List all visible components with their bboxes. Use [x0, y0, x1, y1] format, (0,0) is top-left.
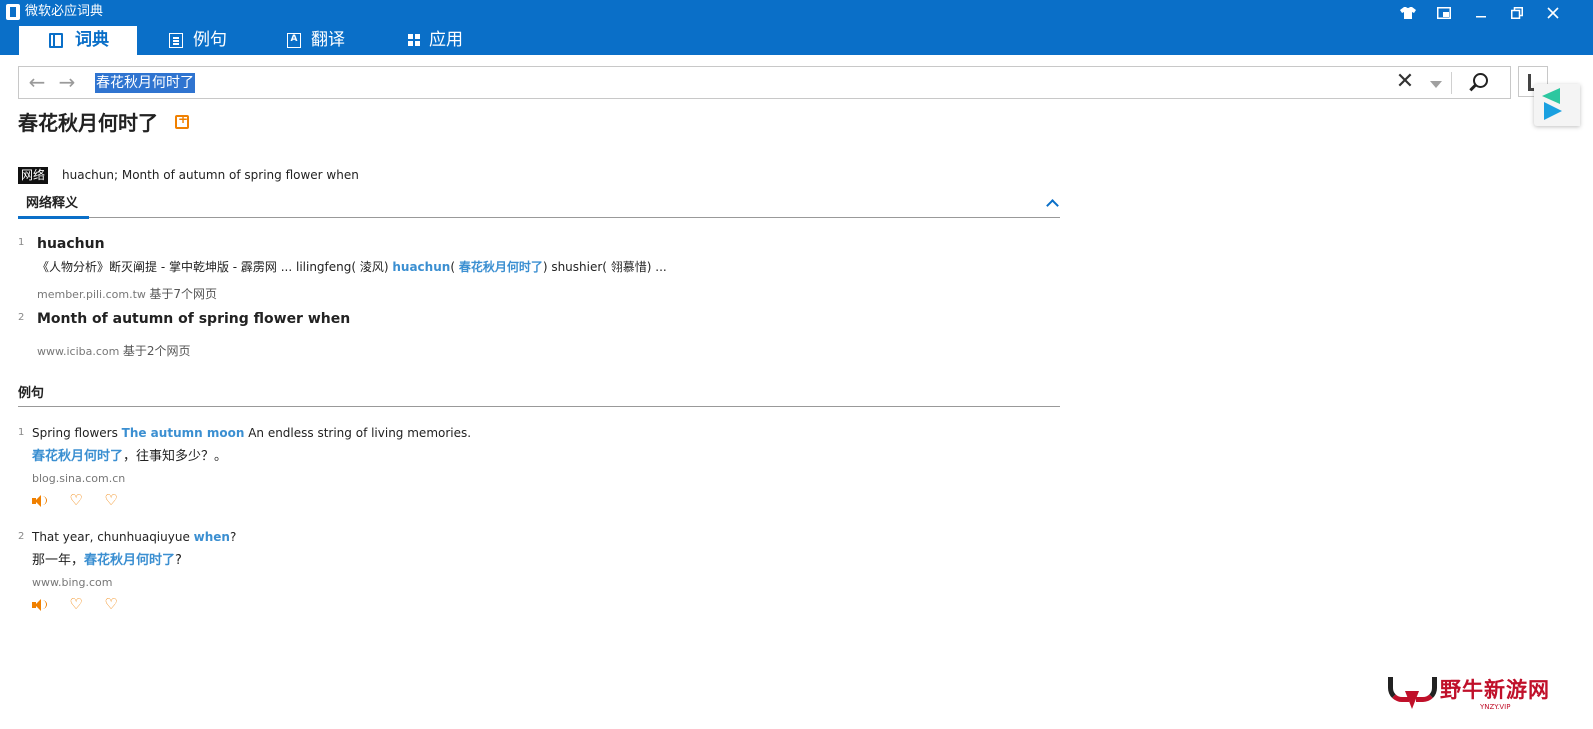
tab-label: 例句 [193, 30, 227, 50]
heart-icon[interactable]: ♡ [68, 596, 84, 612]
net-section-title[interactable]: 网络释义 [26, 195, 78, 213]
forward-arrow-icon[interactable]: → [55, 71, 79, 95]
tab-label: 翻译 [311, 30, 345, 50]
net-tag: 网络 [18, 167, 49, 184]
search-bar: ← → 春花秋月何时了 ✕ [18, 66, 1511, 99]
title-bar: 微软必应词典 词典 例句 A 翻译 应用 [0, 0, 1593, 55]
search-selected-text: 春花秋月何时了 [95, 73, 195, 93]
highlight-term: 春花秋月何时了 [32, 449, 124, 464]
tab-label: 词典 [75, 30, 109, 50]
watermark-sub: YNZY.VIP [1480, 703, 1511, 711]
highlight-term: 春花秋月何时了 [458, 260, 543, 274]
collapse-chevron-icon[interactable] [1046, 198, 1060, 208]
speaker-icon[interactable] [32, 494, 48, 508]
highlight-term: huachun [392, 260, 451, 274]
tab-examples[interactable]: 例句 [137, 26, 255, 55]
minimize-icon[interactable] [1466, 3, 1496, 23]
source-link[interactable]: member.pili.com.tw [37, 288, 146, 301]
net-def-source: member.pili.com.tw 基于7个网页 [37, 287, 218, 301]
broken-heart-icon[interactable]: ♡ [103, 596, 119, 612]
item-number: 1 [18, 237, 25, 248]
translate-icon: A [287, 33, 301, 48]
watermark-text: 野牛新游网 [1440, 678, 1550, 702]
clear-icon[interactable]: ✕ [1393, 70, 1417, 94]
tab-dictionary[interactable]: 词典 [19, 26, 137, 55]
example-actions: ♡ ♡ [32, 492, 132, 510]
example-source[interactable]: blog.sina.com.cn [32, 472, 125, 486]
headword: 春花秋月何时了 [18, 111, 158, 135]
example-en: That year, chunhuaqiuyue when? [32, 530, 237, 544]
broken-heart-icon[interactable]: ♡ [103, 492, 119, 508]
item-number: 2 [18, 531, 25, 542]
apps-grid-icon [408, 33, 422, 48]
highlight-term: The autumn moon [121, 426, 245, 440]
search-input[interactable] [93, 72, 1383, 94]
net-definition: huachun; Month of autumn of spring flowe… [62, 168, 359, 182]
item-number: 1 [18, 427, 25, 438]
heart-icon[interactable]: ♡ [68, 492, 84, 508]
highlight-term: 春花秋月何时了 [84, 553, 176, 568]
net-section-header: 网络释义 [18, 195, 1060, 219]
examples-section-header: 例句 [18, 386, 1060, 407]
examples-section-title: 例句 [18, 386, 45, 401]
highlight-term: when [193, 530, 230, 544]
mini-mode-icon[interactable] [1429, 3, 1459, 23]
net-def-source: www.iciba.com 基于2个网页 [37, 344, 191, 358]
tab-translate[interactable]: A 翻译 [255, 26, 373, 55]
app-logo-icon [6, 4, 20, 20]
example-cn: 那一年，春花秋月何时了? [32, 553, 182, 568]
divider [1451, 72, 1452, 94]
source-link[interactable]: www.iciba.com [37, 345, 119, 358]
tab-apps[interactable]: 应用 [373, 26, 491, 55]
speaker-icon[interactable] [32, 598, 48, 612]
close-icon[interactable] [1538, 3, 1568, 23]
add-to-wordbook-icon[interactable] [175, 112, 189, 129]
back-arrow-icon[interactable]: ← [25, 71, 49, 95]
example-source[interactable]: www.bing.com [32, 576, 112, 590]
example-cn: 春花秋月何时了，往事知多少？。 [32, 449, 228, 464]
book-icon [49, 33, 63, 48]
watermark-logo: 野牛新游网 YNZY.VIP [1388, 675, 1558, 715]
example-actions: ♡ ♡ [32, 596, 132, 614]
search-icon[interactable] [1465, 71, 1491, 95]
net-def-title: huachun [37, 236, 105, 252]
item-number: 2 [18, 312, 25, 323]
net-def-title: Month of autumn of spring flower when [37, 311, 351, 327]
tab-label: 应用 [429, 30, 463, 50]
pages-icon [169, 33, 183, 48]
example-en: Spring flowers The autumn moon An endles… [32, 426, 472, 440]
app-title: 微软必应词典 [25, 4, 104, 19]
restore-icon[interactable] [1502, 3, 1532, 23]
floating-widget-icon[interactable] [1534, 84, 1580, 126]
section-underline [18, 216, 89, 219]
history-dropdown-icon[interactable] [1425, 75, 1445, 91]
skin-icon[interactable] [1393, 3, 1423, 23]
net-def-context: 《人物分析》断灭阐提 - 掌中乾坤版 - 霹雳网 ... lilingfeng(… [37, 260, 667, 274]
bull-logo-icon [1388, 677, 1437, 711]
